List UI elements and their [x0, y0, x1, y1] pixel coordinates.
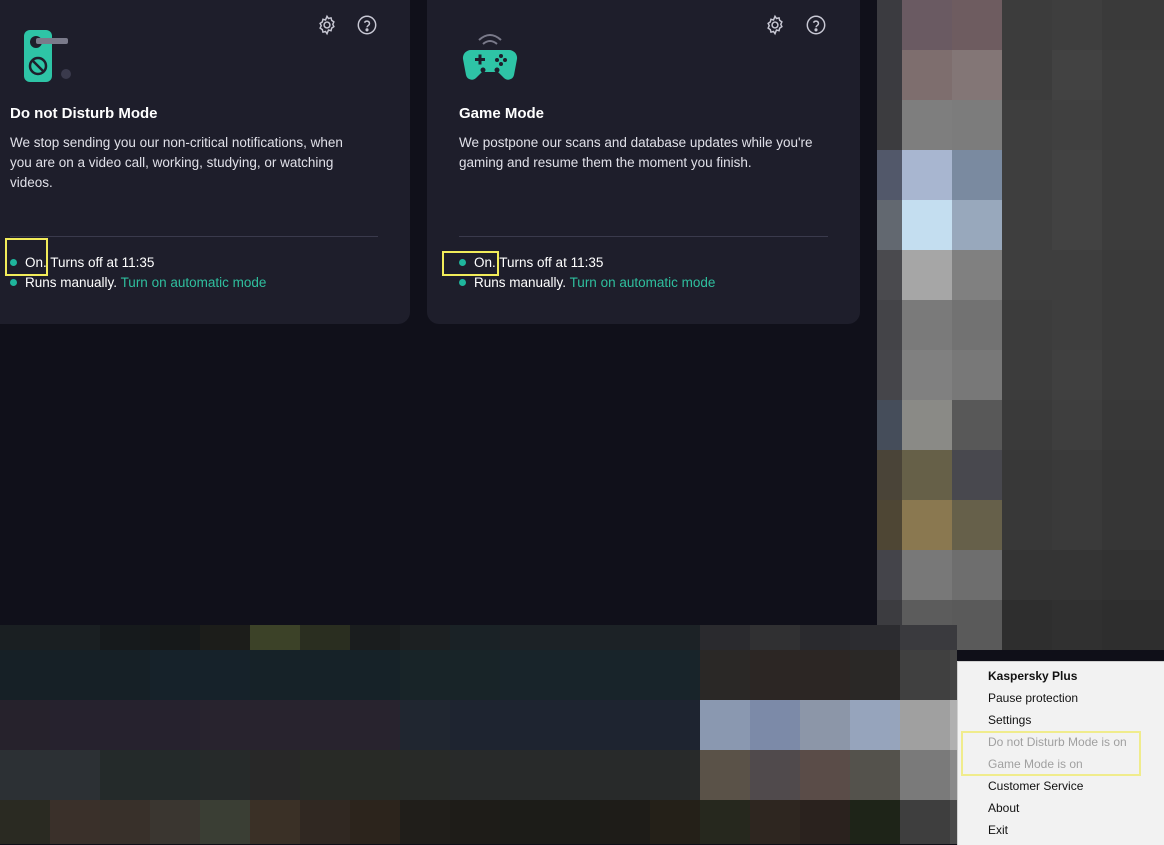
status-on-label: On. — [474, 255, 496, 270]
divider — [459, 236, 828, 237]
game-status-on: On. Turns off at 11:35 — [459, 255, 603, 270]
gear-icon[interactable] — [764, 14, 786, 36]
dnd-description-line: you are on a video call, working, studyi… — [10, 155, 334, 170]
game-title: Game Mode — [459, 105, 545, 122]
gear-icon[interactable] — [316, 14, 338, 36]
status-manual-label: Runs manually. — [25, 275, 118, 290]
gamepad-icon — [461, 30, 519, 82]
menu-item-settings[interactable]: Settings — [988, 709, 1031, 731]
game-card: Game Mode We postpone our scans and data… — [427, 0, 860, 324]
menu-item-about[interactable]: About — [988, 797, 1019, 819]
menu-item-dnd-status: Do not Disturb Mode is on — [988, 735, 1127, 749]
menu-item-kaspersky-plus[interactable]: Kaspersky Plus — [988, 665, 1077, 687]
status-dot — [10, 258, 17, 266]
status-on-label: On. — [25, 255, 47, 270]
status-dot — [459, 258, 466, 266]
turn-on-automatic-mode-link[interactable]: Turn on automatic mode — [121, 275, 267, 290]
dnd-status-manual: Runs manually. Turn on automatic mode — [10, 275, 266, 290]
app-window: Do not Disturb Mode We stop sending you … — [0, 0, 877, 625]
blurred-background — [877, 0, 1164, 660]
status-dot — [10, 278, 17, 286]
status-manual-label: Runs manually. — [474, 275, 567, 290]
door-hanger-icon — [10, 28, 72, 84]
menu-item-customer-service[interactable]: Customer Service — [988, 775, 1083, 797]
menu-item-pause-protection[interactable]: Pause protection — [988, 687, 1078, 709]
turn-on-automatic-mode-link[interactable]: Turn on automatic mode — [570, 275, 716, 290]
menu-item-game-status: Game Mode is on — [988, 757, 1083, 771]
status-dot — [459, 278, 466, 286]
game-description: We postpone our scans and database updat… — [459, 133, 839, 173]
menu-item-exit[interactable]: Exit — [988, 819, 1008, 841]
question-circle-icon[interactable] — [805, 14, 827, 36]
dnd-description: We stop sending you our non-critical not… — [10, 133, 380, 193]
status-on-detail: Turns off at 11:35 — [499, 255, 604, 270]
game-status-manual: Runs manually. Turn on automatic mode — [459, 275, 715, 290]
question-circle-icon[interactable] — [356, 14, 378, 36]
dnd-title: Do not Disturb Mode — [10, 105, 158, 122]
game-description-line: We postpone our scans and database updat… — [459, 135, 813, 150]
status-on-detail: Turns off at 11:35 — [50, 255, 155, 270]
game-description-line: gaming and resume them the moment you fi… — [459, 155, 752, 170]
tray-context-menu: Kaspersky Plus Pause protection Settings… — [957, 661, 1164, 845]
blurred-taskbar — [0, 625, 957, 844]
dnd-card: Do not Disturb Mode We stop sending you … — [0, 0, 410, 324]
dnd-status-on: On. Turns off at 11:35 — [10, 255, 154, 270]
dnd-description-line: videos. — [10, 175, 53, 190]
divider — [10, 236, 378, 237]
dnd-description-line: We stop sending you our non-critical not… — [10, 135, 343, 150]
